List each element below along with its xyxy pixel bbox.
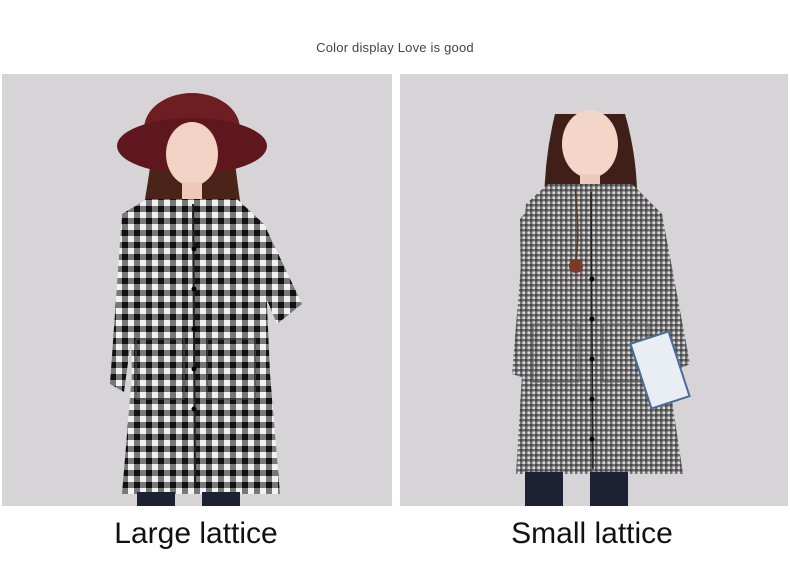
model-illustration-small	[512, 110, 691, 506]
caption-small-lattice: Small lattice	[511, 517, 673, 550]
large-lattice-photo	[2, 74, 392, 506]
caption-large-lattice: Large lattice	[114, 517, 278, 550]
model-illustration-large	[110, 93, 302, 506]
page-header: Color display Love is good	[316, 40, 474, 55]
small-lattice-photo	[400, 74, 788, 506]
